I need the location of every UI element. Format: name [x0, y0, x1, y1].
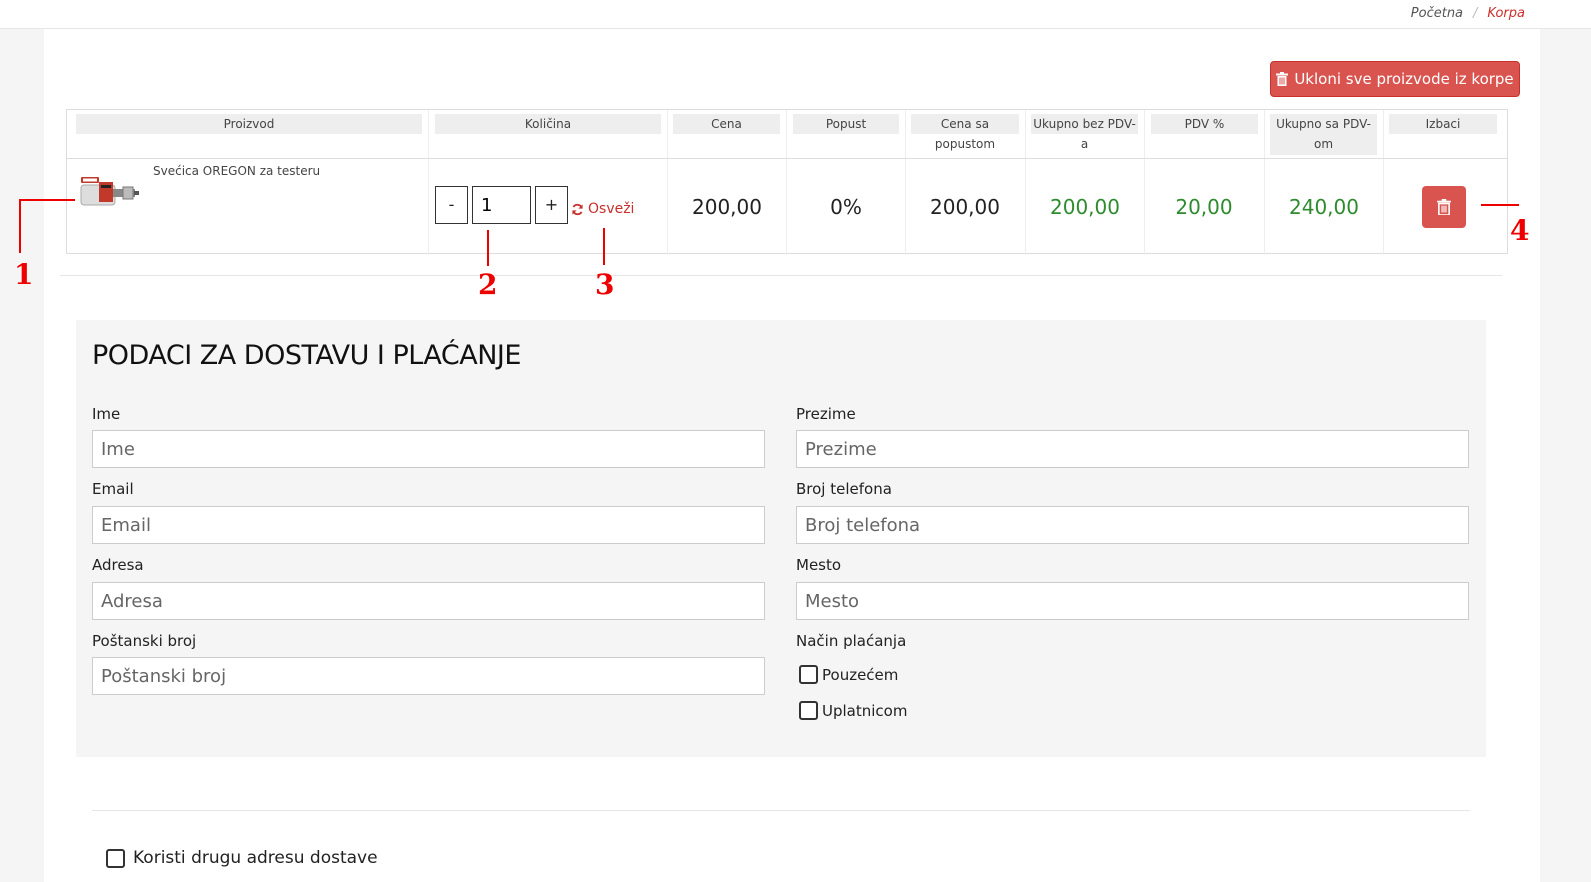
breadcrumb-separator: /	[1473, 6, 1478, 21]
header-total-with-vat-line1: Ukupno sa PDV-	[1276, 117, 1371, 131]
refresh-quantity-link[interactable]: Osveži	[571, 201, 634, 217]
alt-address-label: Koristi drugu adresu dostave	[133, 848, 378, 868]
alt-address-option[interactable]: Koristi drugu adresu dostave	[106, 848, 378, 868]
quantity-decrease-button[interactable]: -	[435, 186, 468, 224]
header-total-without-vat: Ukupno bez PDV-a	[1031, 114, 1138, 151]
phone-label: Broj telefona	[796, 480, 892, 498]
top-bar: Početna / Korpa	[0, 0, 1591, 29]
item-discounted-price: 200,00	[930, 195, 1000, 219]
item-total-without-vat: 200,00	[1050, 195, 1120, 219]
annotation-line	[19, 199, 21, 253]
cart-table: Proizvod Količina Cena Popust Cena sa po…	[66, 109, 1508, 255]
item-vat: 20,00	[1175, 195, 1233, 219]
email-label: Email	[92, 480, 134, 498]
payment-option-label: Pouzećem	[822, 665, 899, 684]
remove-item-button[interactable]	[1422, 186, 1466, 228]
checkbox[interactable]	[799, 665, 818, 684]
header-price: Cena	[673, 114, 780, 134]
clear-cart-label: Ukloni sve proizvode iz korpe	[1294, 70, 1514, 88]
quantity-increase-button[interactable]: +	[535, 186, 568, 224]
product-name[interactable]: Svećica OREGON za testeru	[153, 164, 320, 178]
breadcrumb-home-link[interactable]: Početna	[1411, 6, 1463, 21]
item-discount: 0%	[830, 195, 862, 219]
section-divider	[92, 810, 1470, 811]
breadcrumb: Početna / Korpa	[1411, 6, 1525, 21]
header-discounted-price: Cena sa popustom	[911, 114, 1019, 151]
city-label: Mesto	[796, 556, 842, 574]
header-discount: Popust	[793, 114, 899, 134]
last-name-label: Prezime	[796, 405, 856, 423]
first-name-input[interactable]	[92, 430, 765, 468]
last-name-input[interactable]	[796, 430, 1469, 468]
header-total-with-vat-line2: om	[1313, 137, 1334, 151]
refresh-icon	[572, 203, 583, 215]
header-vat-percent: PDV %	[1151, 114, 1258, 134]
item-price: 200,00	[692, 195, 762, 219]
postal-code-input[interactable]	[92, 657, 765, 695]
refresh-label: Osveži	[588, 201, 635, 217]
annotation-line	[19, 199, 75, 201]
address-label: Adresa	[92, 556, 144, 574]
payment-option-cod[interactable]: Pouzećem	[799, 665, 898, 684]
page-content: Ukloni sve proizvode iz korpe Proizvod K…	[44, 29, 1540, 882]
first-name-label: Ime	[92, 405, 121, 423]
email-input[interactable]	[92, 506, 765, 544]
annotation-marker-3: 3	[595, 268, 615, 301]
header-total-with-vat: Ukupno sa PDV- om	[1270, 114, 1377, 155]
quantity-input[interactable]	[472, 186, 531, 224]
payment-option-label: Uplatnicom	[822, 701, 908, 720]
annotation-marker-1: 1	[14, 258, 34, 291]
item-total-with-vat: 240,00	[1289, 195, 1359, 219]
annotation-line	[487, 230, 489, 266]
header-quantity: Količina	[435, 114, 661, 134]
phone-input[interactable]	[796, 506, 1469, 544]
cart-row: Svećica OREGON za testeru - + Osveži 200…	[67, 159, 1507, 254]
payment-option-bank-slip[interactable]: Uplatnicom	[799, 701, 907, 720]
form-title: PODACI ZA DOSTAVU I PLAĆANJE	[92, 340, 521, 371]
annotation-line	[1481, 204, 1519, 206]
product-thumbnail[interactable]	[79, 175, 141, 213]
payment-method-label: Način plaćanja	[796, 632, 907, 650]
trash-icon	[1437, 199, 1451, 215]
address-input[interactable]	[92, 582, 765, 620]
breadcrumb-current: Korpa	[1487, 6, 1525, 21]
city-input[interactable]	[796, 582, 1469, 620]
header-product: Proizvod	[76, 114, 422, 134]
annotation-marker-4: 4	[1510, 214, 1530, 247]
header-remove: Izbaci	[1389, 114, 1497, 134]
clear-cart-button[interactable]: Ukloni sve proizvode iz korpe	[1270, 61, 1520, 97]
section-divider	[60, 275, 1502, 276]
cart-table-header: Proizvod Količina Cena Popust Cena sa po…	[67, 110, 1507, 159]
annotation-line	[603, 228, 605, 265]
trash-icon	[1276, 72, 1289, 86]
checkbox[interactable]	[106, 848, 125, 868]
checkbox[interactable]	[799, 701, 818, 720]
delivery-form-panel: PODACI ZA DOSTAVU I PLAĆANJE Ime Prezime…	[76, 320, 1486, 757]
postal-code-label: Poštanski broj	[92, 632, 197, 650]
annotation-marker-2: 2	[478, 268, 498, 301]
